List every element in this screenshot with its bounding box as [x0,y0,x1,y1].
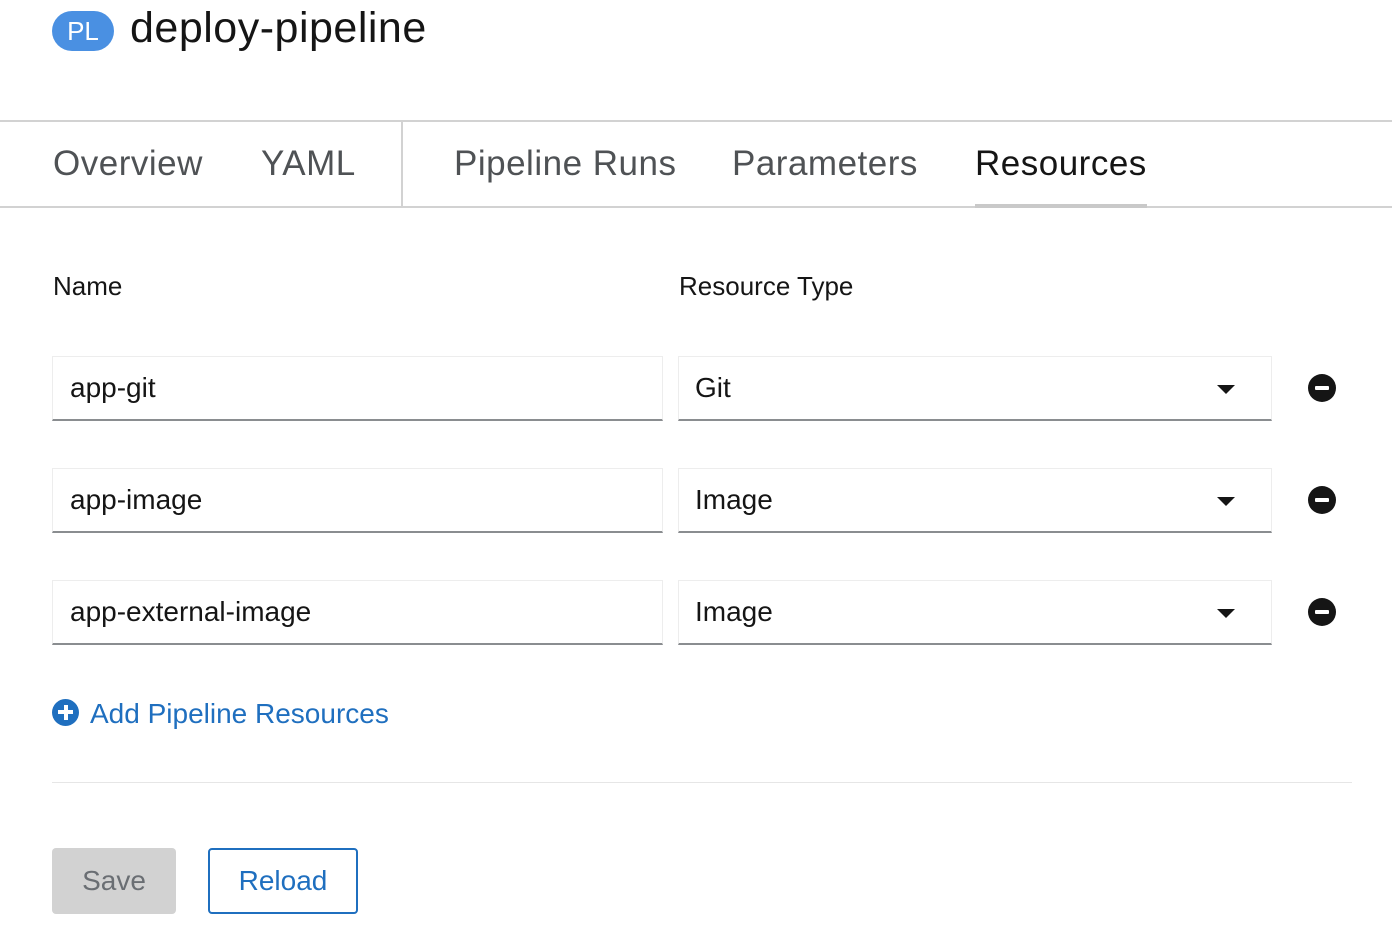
name-column-header: Name [53,271,123,301]
resource-row: Image [52,468,1352,534]
resource-badge: PL [52,11,114,51]
resource-type-column-header: Resource Type [679,271,854,301]
tab-parameters[interactable]: Parameters [732,122,918,206]
tab-resources[interactable]: Resources [975,122,1147,208]
tab-divider [401,122,403,206]
caret-down-icon [1217,609,1235,618]
minus-circle-icon [1315,610,1329,614]
page-title: deploy-pipeline [130,4,427,52]
add-pipeline-resources-link[interactable]: Add Pipeline Resources [52,696,389,732]
resource-name-input[interactable] [52,468,663,533]
tab-overview[interactable]: Overview [53,122,203,206]
caret-down-icon [1217,385,1235,394]
resource-type-select[interactable]: Image [678,468,1272,533]
resource-type-value: Git [695,372,731,403]
minus-circle-icon [1315,498,1329,502]
resource-type-select[interactable]: Git [678,356,1272,421]
remove-resource-button[interactable] [1308,598,1336,626]
resource-row: Image [52,580,1352,646]
tab-pipeline-runs[interactable]: Pipeline Runs [454,122,676,206]
pipeline-details-page: PL deploy-pipeline Overview YAML Pipelin… [0,0,1392,942]
resource-type-value: Image [695,484,773,515]
minus-circle-icon [1315,386,1329,390]
page-header: PL deploy-pipeline [52,4,427,52]
resource-type-value: Image [695,596,773,627]
save-button[interactable]: Save [52,848,176,914]
add-pipeline-resources-label: Add Pipeline Resources [90,698,389,729]
tab-bar: Overview YAML Pipeline Runs Parameters R… [0,120,1392,208]
caret-down-icon [1217,497,1235,506]
plus-circle-icon [52,698,79,726]
reload-button[interactable]: Reload [208,848,358,914]
remove-resource-button[interactable] [1308,374,1336,402]
resource-row: Git [52,356,1352,422]
remove-resource-button[interactable] [1308,486,1336,514]
resource-name-input[interactable] [52,580,663,645]
form-divider [52,782,1352,783]
tab-yaml[interactable]: YAML [261,122,356,206]
resource-type-select[interactable]: Image [678,580,1272,645]
resource-name-input[interactable] [52,356,663,421]
